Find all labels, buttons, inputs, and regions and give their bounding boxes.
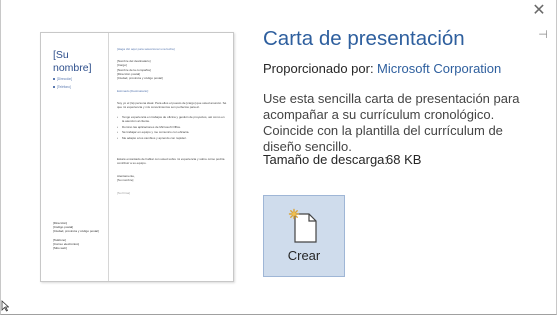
list-item: Me adapto a los cambios y aprendo con ra… [117,136,227,141]
create-button-label: Crear [287,248,321,263]
pin-icon[interactable]: ⊣ [536,28,550,42]
create-button[interactable]: Crear [263,195,345,277]
preview-signature: [Su firma] [117,191,130,195]
preview-closing: Atentamente, [Su nombre] [117,174,135,183]
preview-divider [108,33,109,281]
download-size-label: Tamaño de descarga: [263,152,389,167]
preview-date-field: [Haga clic aquí para seleccionar una fec… [117,47,175,51]
close-icon[interactable]: ✕ [530,2,548,20]
preview-body-paragraph: Estaré encantado de hablar con usted sob… [117,157,225,166]
preview-list: Tengo experiencia en trabajos de oficina… [117,115,227,141]
list-item: Tengo experiencia en trabajos de oficina… [117,115,227,124]
template-description: Use esta sencilla carta de presentación … [263,91,520,154]
preview-recipient-block: [Nombre del destinatario] [Cargo] [Nombr… [117,59,163,81]
list-item: Domino las aplicaciones de Microsoft Off… [117,125,227,130]
preview-side-item: [Teléfono] [57,85,71,89]
preview-name-placeholder: [Su nombre] [53,49,92,74]
resize-cursor-icon [1,300,9,312]
preview-side-item: [Dirección] [57,77,73,81]
provider-label: Proporcionado por: [263,61,374,76]
preview-body-paragraph: Soy yo el (la) persona ideal. Para ellos… [117,101,227,110]
download-size-value: 68 KB [386,152,422,167]
preview-side-footer: [Dirección] [Código postal] [Ciudad, pro… [53,221,99,251]
new-document-icon [288,208,317,243]
template-thumbnail: [Su nombre] [Dirección] [Teléfono] [Haga… [40,32,234,282]
template-title: Carta de presentación [263,27,465,50]
list-item: Sé trabajar en equipo y me comunico con … [117,130,227,135]
template-preview-dialog: ✕ ⊣ [Su nombre] [Dirección] [Teléfono] [… [0,0,557,315]
preview-salutation: Estimado [Destinatario]: [117,89,149,93]
provider-link[interactable]: Microsoft Corporation [377,61,501,76]
